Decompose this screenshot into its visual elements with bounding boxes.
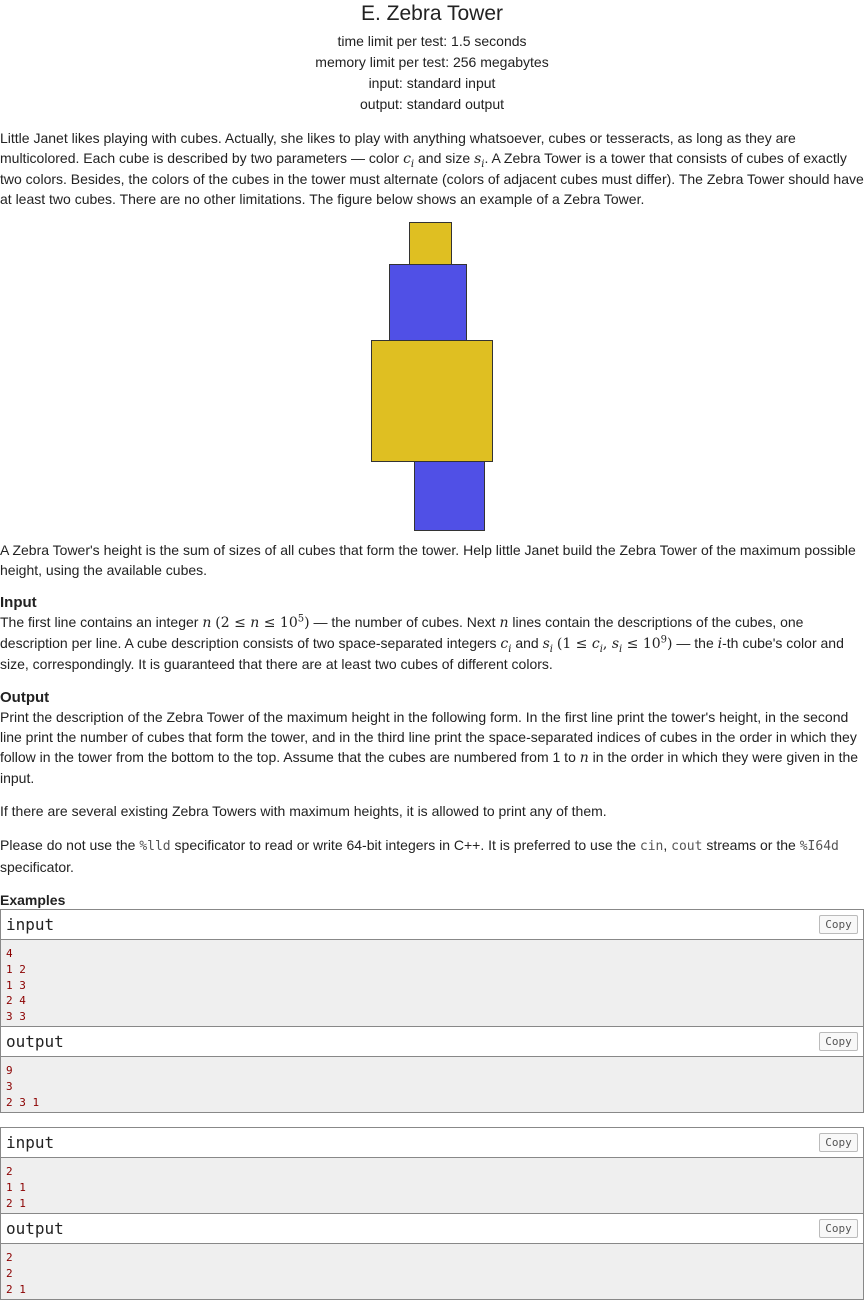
copy-button[interactable]: Copy (819, 1133, 858, 1152)
tower-cube-top-yellow (409, 222, 452, 265)
tower-cube-yellow-large (371, 340, 493, 462)
examples-container: input Copy 4 1 2 1 3 2 4 3 3 output Copy… (0, 909, 864, 1300)
examples-title: Examples (0, 892, 66, 908)
example-2-input-body: 2 1 1 2 1 (6, 1165, 26, 1210)
output-section-title: Output (0, 689, 50, 706)
math-ci: ci (403, 151, 415, 170)
input-type: input: standard input (368, 75, 496, 91)
tower-cube-blue-bottom (414, 461, 485, 531)
statement-paragraph-2: A Zebra Tower's height is the sum of siz… (0, 542, 856, 578)
example-2-input: input Copy 2 1 1 2 1 (0, 1127, 864, 1214)
example-1-input-body: 4 1 2 1 3 2 4 3 3 (6, 947, 26, 1024)
example-1-input: input Copy 4 1 2 1 3 2 4 3 3 (0, 909, 864, 1027)
output-section-text: Print the description of the Zebra Tower… (0, 709, 859, 786)
copy-button[interactable]: Copy (819, 1032, 858, 1051)
example-1-output-body: 9 3 2 3 1 (6, 1064, 40, 1109)
output-type: output: standard output (360, 96, 504, 112)
zebra-tower-figure (0, 222, 864, 538)
tower-cube-blue-upper (389, 264, 467, 341)
example-2-output: output Copy 2 2 2 1 (0, 1214, 864, 1300)
input-label: input (6, 1133, 55, 1152)
output-note-multiple: If there are several existing Zebra Towe… (0, 803, 607, 819)
problem-header: E. Zebra Tower time limit per test: 1.5 … (0, 1, 864, 115)
problem-limits: time limit per test: 1.5 seconds memory … (0, 31, 864, 115)
problem-title: E. Zebra Tower (360, 2, 503, 25)
output-note-64bit: Please do not use the %lld specificator … (0, 837, 839, 875)
time-limit: time limit per test: 1.5 seconds (337, 33, 527, 49)
math-si: si (474, 151, 485, 170)
copy-button[interactable]: Copy (819, 1219, 858, 1238)
output-label: output (6, 1219, 64, 1238)
statement-paragraph-1: Little Janet likes playing with cubes. A… (0, 130, 864, 207)
example-1-output: output Copy 9 3 2 3 1 (0, 1027, 864, 1113)
input-section-text: The first line contains an integer n (2 … (0, 613, 844, 672)
memory-limit: memory limit per test: 256 megabytes (315, 54, 549, 70)
output-label: output (6, 1032, 64, 1051)
input-label: input (6, 915, 55, 934)
copy-button[interactable]: Copy (819, 915, 858, 934)
input-section-title: Input (0, 594, 37, 611)
